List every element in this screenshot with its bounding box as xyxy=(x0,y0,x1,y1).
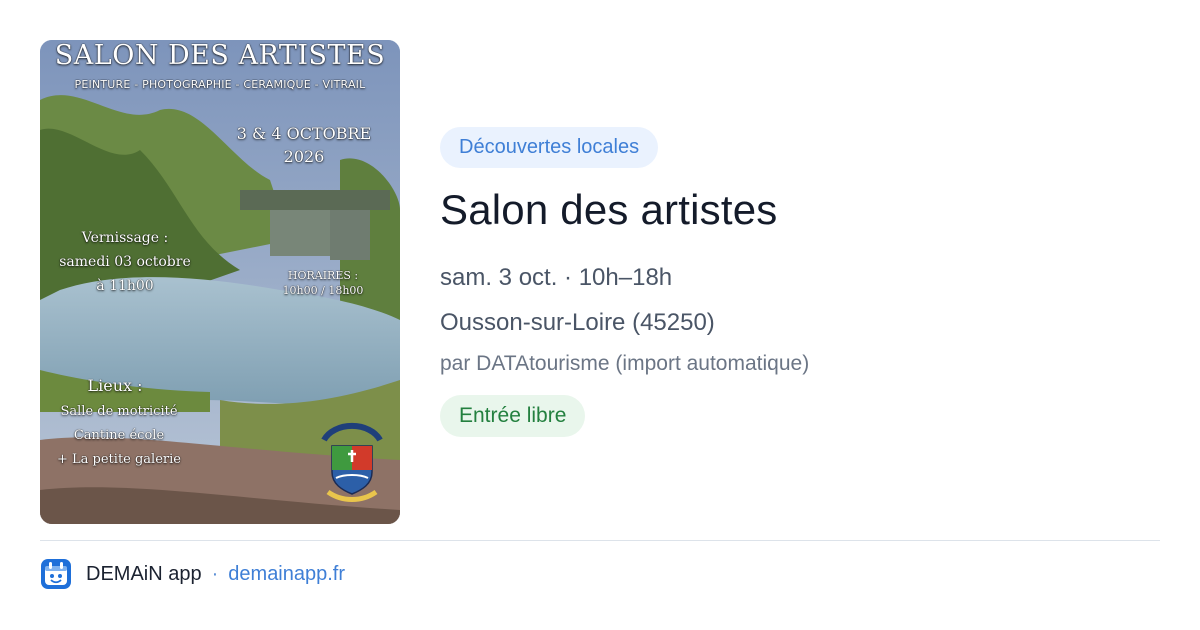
poster-subtitle: PEINTURE - PHOTOGRAPHIE - CERAMIQUE - VI… xyxy=(74,78,366,91)
poster-title: SALON DES ARTISTES xyxy=(54,40,386,71)
poster-lieux: Salle de motricité Cantine école + La pe… xyxy=(44,400,194,472)
app-website-link[interactable]: demainapp.fr xyxy=(228,563,345,586)
event-source: par DATAtourisme (import automatique) xyxy=(440,352,810,375)
app-name: DEMAiN app xyxy=(86,562,202,585)
poster-vernissage-line3: à 11h00 xyxy=(96,278,154,294)
poster-vernissage-line1: Vernissage : xyxy=(81,230,169,246)
footer-separator: · xyxy=(211,562,219,585)
event-date-time: sam. 3 oct. · 10h–18h xyxy=(440,264,673,291)
poster-lieux-label: Lieux : xyxy=(87,376,143,395)
poster-vernissage-line2: samedi 03 octobre xyxy=(59,254,191,270)
category-badge[interactable]: Découvertes locales xyxy=(440,127,659,168)
poster-horaires-label: HORAIRES : xyxy=(287,269,359,282)
app-logo-icon xyxy=(41,559,71,589)
poster-lieux-line1: Salle de motricité xyxy=(60,404,178,419)
town-crest-icon xyxy=(321,422,383,502)
poster-lieux-line3: + La petite galerie xyxy=(57,452,181,467)
event-title: Salon des artistes xyxy=(440,186,778,233)
poster-lieux-line2: Cantine école xyxy=(73,428,165,443)
event-poster-image[interactable]: SALON DES ARTISTES PEINTURE - PHOTOGRAPH… xyxy=(40,40,400,524)
poster-date-line2: 2026 xyxy=(283,147,325,166)
poster-date: 3 & 4 OCTOBRE 2026 xyxy=(224,122,384,168)
footer: DEMAiN app · demainapp.fr xyxy=(40,558,345,590)
poster-horaires-value: 10h00 / 18h00 xyxy=(282,284,364,297)
poster-date-line1: 3 & 4 OCTOBRE xyxy=(236,124,372,143)
price-badge: Entrée libre xyxy=(440,395,586,437)
event-location: Ousson-sur-Loire (45250) xyxy=(440,309,715,336)
poster-horaires: HORAIRES : 10h00 / 18h00 xyxy=(268,268,378,298)
poster-vernissage: Vernissage : samedi 03 octobre à 11h00 xyxy=(48,226,202,298)
footer-divider xyxy=(40,540,1160,541)
